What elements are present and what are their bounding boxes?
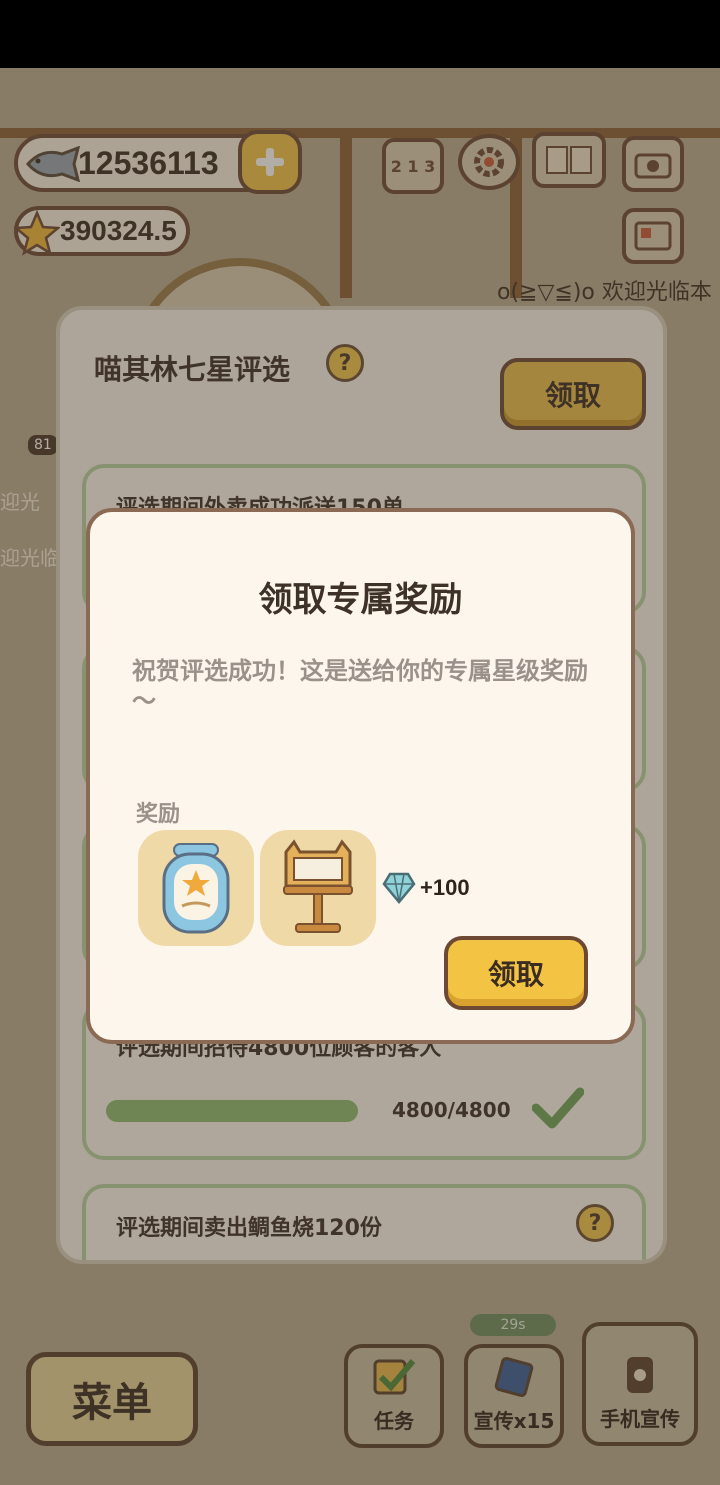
dialog-message: 祝贺评选成功！这是送给你的专属星级奖励～: [132, 657, 588, 715]
diamond-icon: [382, 872, 416, 904]
status-bar: [0, 0, 720, 68]
gem-amount: +100: [420, 875, 470, 900]
claim-reward-button[interactable]: 领取: [444, 936, 588, 1010]
star-badge-icon: [162, 843, 230, 934]
reward-dialog: 领取专属奖励 祝贺评选成功！这是送给你的专属星级奖励～ 奖励 +100 领取: [86, 508, 635, 1044]
dialog-title: 领取专属奖励: [258, 580, 463, 620]
reward-item-menu-stand[interactable]: [260, 830, 376, 946]
gem-reward: +100: [382, 872, 470, 904]
reward-item-badge[interactable]: [138, 830, 254, 946]
menu-stand-icon: [283, 839, 353, 933]
reward-label: 奖励: [136, 802, 181, 827]
